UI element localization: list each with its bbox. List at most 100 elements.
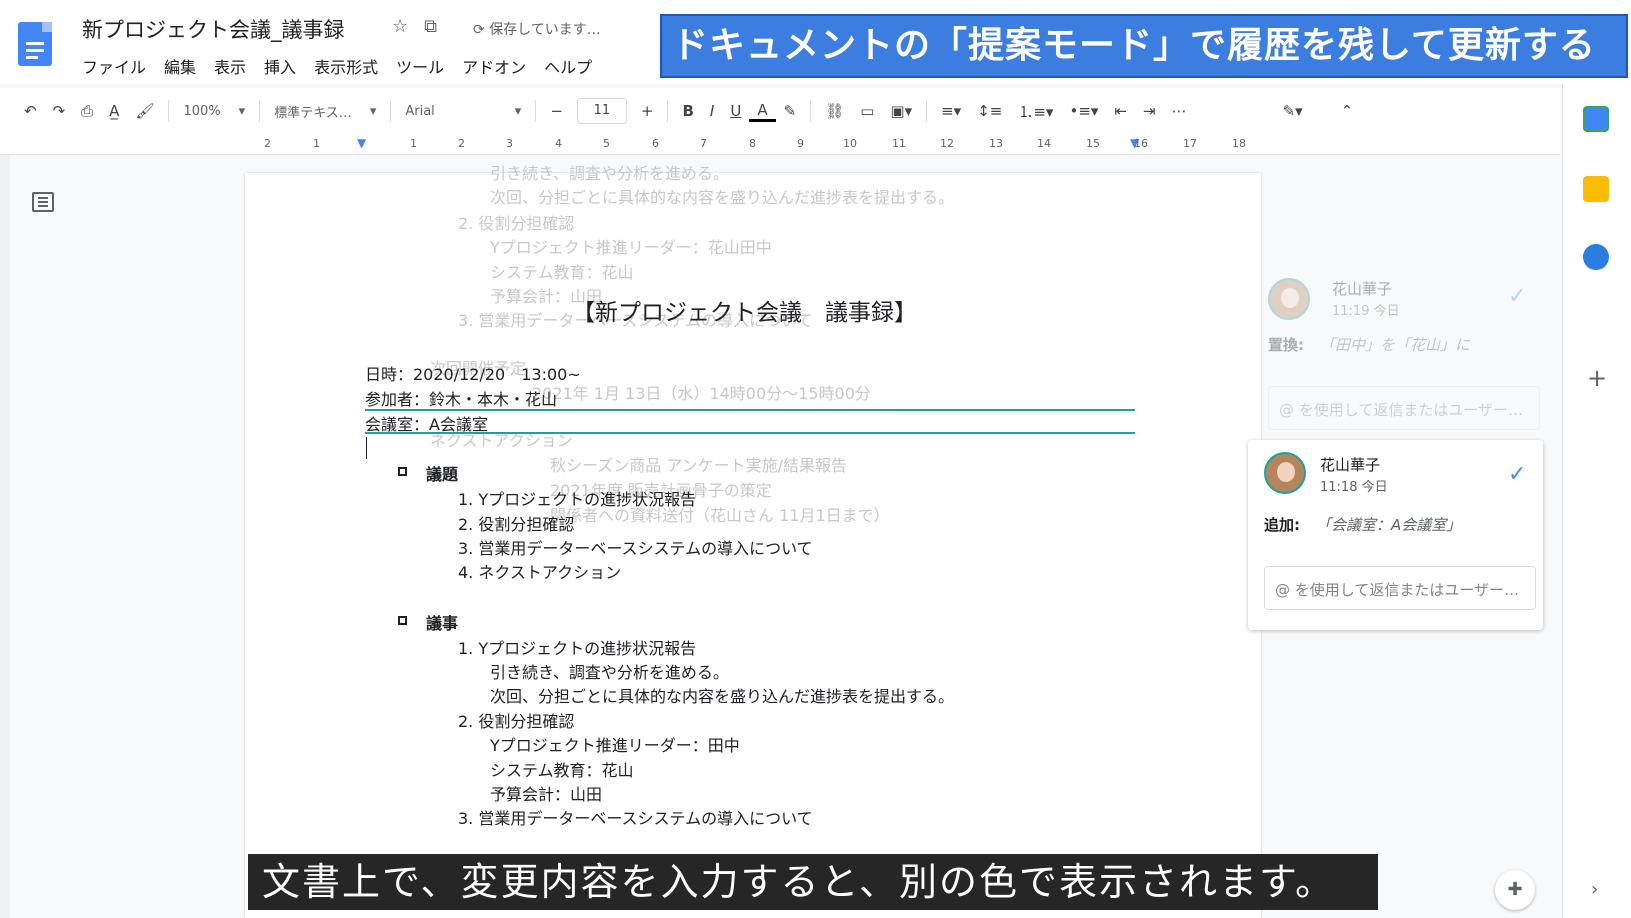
add-comment-icon[interactable]: ▭ bbox=[852, 102, 882, 120]
menu-view[interactable]: 表示 bbox=[214, 54, 246, 78]
explore-button[interactable]: ✚ bbox=[1495, 870, 1535, 910]
text-color-icon[interactable]: A bbox=[749, 101, 776, 122]
ruler-tick: 17 bbox=[1183, 137, 1197, 150]
ruler-tick: 9 bbox=[797, 137, 804, 150]
tasks-icon[interactable] bbox=[1583, 244, 1609, 270]
ruler-tick: 12 bbox=[940, 137, 954, 150]
calendar-icon[interactable] bbox=[1583, 106, 1609, 132]
ruler-tick: 2 bbox=[264, 137, 271, 150]
minutes-item: 1. Yプロジェクトの進捗状況報告 bbox=[458, 639, 697, 658]
avatar bbox=[1264, 452, 1306, 494]
more-options-icon[interactable]: ⋯ bbox=[1164, 102, 1195, 120]
line-spacing-icon[interactable]: ↕≡ bbox=[969, 102, 1010, 120]
ghost-text: Yプロジェクト推進リーダー：花山田中 bbox=[490, 238, 772, 257]
ruler-tick: 16 bbox=[1134, 137, 1148, 150]
chevron-down-icon: ▾ bbox=[514, 103, 522, 119]
menu-help[interactable]: ヘルプ bbox=[544, 54, 592, 78]
top-bar: 新プロジェクト会議_議事録 ☆ ⧉ ⟳ 保存しています… ファイル 編集 表示 … bbox=[0, 0, 1631, 84]
ruler-tick: 6 bbox=[652, 137, 659, 150]
subtitle-caption: 文書上で、変更内容を入力すると、別の色で表示されます。 bbox=[248, 854, 1378, 910]
highlight-icon[interactable]: ✎ bbox=[776, 102, 805, 120]
move-folder-icon[interactable]: ⧉ bbox=[424, 16, 437, 37]
ghost-text: 秋シーズン商品 アンケート実施/結果報告 bbox=[550, 456, 848, 475]
add-addon-icon[interactable]: + bbox=[1587, 364, 1607, 392]
font-select[interactable]: Arial ▾ bbox=[397, 104, 529, 119]
keep-icon[interactable] bbox=[1583, 176, 1609, 202]
room-line: 会議室：A会議室 bbox=[365, 415, 488, 434]
document-outline-icon[interactable] bbox=[32, 192, 54, 212]
spellcheck-icon[interactable]: A̲ bbox=[101, 102, 127, 120]
insert-image-icon[interactable]: ▣▾ bbox=[882, 102, 920, 120]
menu-edit[interactable]: 編集 bbox=[164, 54, 196, 78]
agenda-item: 2. 役割分担確認 bbox=[458, 515, 575, 534]
comment-time: 11:18 今日 bbox=[1320, 480, 1388, 495]
ghost-text: 引き続き、調査や分析を進める。 bbox=[490, 164, 729, 183]
menu-file[interactable]: ファイル bbox=[82, 54, 146, 78]
ruler-tick: 4 bbox=[555, 137, 562, 150]
vertical-ruler bbox=[0, 155, 10, 918]
undo-icon[interactable]: ↶ bbox=[0, 102, 45, 120]
decrease-indent-icon[interactable]: ⇤ bbox=[1106, 102, 1135, 120]
italic-icon[interactable]: I bbox=[702, 102, 722, 120]
numbered-list-icon[interactable]: ⒈≡▾ bbox=[1010, 101, 1061, 122]
ghost-text: 次回、分担ごとに具体的な内容を盛り込んだ進捗表を提出する。 bbox=[490, 188, 955, 207]
link-icon[interactable]: ⛓ bbox=[817, 102, 852, 120]
minutes-title: 議事 bbox=[426, 614, 459, 633]
reply-input[interactable]: @ を使用して返信またはユーザー… bbox=[1264, 566, 1536, 610]
align-icon[interactable]: ≡▾ bbox=[933, 102, 969, 120]
reply-input[interactable]: @ を使用して返信またはユーザー… bbox=[1268, 386, 1540, 430]
menu-insert[interactable]: 挿入 bbox=[264, 54, 296, 78]
suggestion-comment-card[interactable]: 花山華子 11:18 今日 ✓ 追加: 「会議室：A会議室」 @ を使用して返信… bbox=[1248, 440, 1543, 630]
accept-check-icon[interactable]: ✓ bbox=[1508, 284, 1526, 309]
docs-logo-icon[interactable] bbox=[18, 22, 52, 66]
bulleted-list-icon[interactable]: •≡▾ bbox=[1061, 102, 1106, 120]
suggestion-type: 置換: bbox=[1268, 336, 1304, 354]
ruler-tick: 2 bbox=[458, 137, 465, 150]
ruler-tick: 13 bbox=[989, 137, 1003, 150]
menu-tools[interactable]: ツール bbox=[396, 54, 444, 78]
date-line: 日時：2020/12/20 13:00~ bbox=[365, 365, 581, 384]
ruler-tick: 1 bbox=[313, 137, 320, 150]
suggestion-type: 追加: bbox=[1264, 516, 1300, 534]
minutes-item: 3. 営業用データーベースシステムの導入について bbox=[458, 809, 813, 828]
chevron-right-icon[interactable]: › bbox=[1591, 879, 1598, 900]
accept-check-icon[interactable]: ✓ bbox=[1508, 462, 1526, 487]
comment-author: 花山華子 bbox=[1320, 456, 1381, 474]
editing-mode-icon[interactable]: ✎▾ bbox=[1275, 102, 1311, 120]
sync-icon: ⟳ bbox=[473, 22, 490, 38]
underline-icon[interactable]: U bbox=[722, 102, 749, 120]
suggestion-value: 「田中」を「花山」に bbox=[1320, 336, 1471, 354]
document-title[interactable]: 新プロジェクト会議_議事録 bbox=[82, 14, 345, 44]
ruler-tick: 8 bbox=[749, 137, 756, 150]
menu-addons[interactable]: アドオン bbox=[462, 54, 526, 78]
checkbox-bullet-icon bbox=[398, 467, 407, 476]
font-size-input[interactable]: 11 bbox=[576, 98, 627, 124]
style-select[interactable]: 標準テキス… ▾ bbox=[266, 102, 384, 121]
paint-format-icon[interactable]: 🖌︎ bbox=[127, 102, 162, 120]
left-indent-marker[interactable]: ▼ bbox=[357, 136, 366, 150]
ruler-tick: 5 bbox=[603, 137, 610, 150]
document-heading: 【新プロジェクト会議 議事録】 bbox=[572, 300, 917, 326]
print-icon[interactable]: ⎙ bbox=[73, 102, 101, 120]
minutes-detail: 予算会計：山田 bbox=[490, 785, 603, 804]
checkbox-bullet-icon bbox=[398, 616, 407, 625]
minutes-detail: 引き続き、調査や分析を進める。 bbox=[490, 663, 729, 682]
menu-format[interactable]: 表示形式 bbox=[314, 54, 378, 78]
increase-indent-icon[interactable]: ⇥ bbox=[1135, 102, 1164, 120]
agenda-item: 3. 営業用データーベースシステムの導入について bbox=[458, 539, 813, 558]
redo-icon[interactable]: ↷ bbox=[45, 102, 74, 120]
bold-icon[interactable]: B bbox=[674, 102, 701, 120]
increase-font-size-icon[interactable]: + bbox=[633, 102, 662, 120]
minutes-detail: 次回、分担ごとに具体的な内容を盛り込んだ進捗表を提出する。 bbox=[490, 687, 955, 706]
ghost-text: 2. 役割分担確認 bbox=[458, 214, 575, 233]
horizontal-ruler[interactable]: 2 1 ▼ 1 2 3 4 5 6 7 8 9 10 11 12 13 14 1… bbox=[0, 134, 1560, 155]
zoom-select[interactable]: 100% ▾ bbox=[175, 104, 253, 119]
collapse-toolbar-icon[interactable]: ⌃ bbox=[1333, 102, 1362, 120]
comment-time: 11:19 今日 bbox=[1332, 304, 1400, 319]
ghost-text: 2021年 1月 13日（水）14時00分～15時00分 bbox=[532, 384, 871, 403]
ruler-tick: 10 bbox=[843, 137, 857, 150]
ghost-text: システム教育：花山 bbox=[490, 263, 634, 282]
star-icon[interactable]: ☆ bbox=[392, 16, 408, 37]
decrease-font-size-icon[interactable]: − bbox=[542, 102, 571, 120]
toolbar: ↶ ↷ ⎙ A̲ 🖌︎ 100% ▾ 標準テキス… ▾ Arial ▾ − 11 + … bbox=[0, 88, 1560, 135]
